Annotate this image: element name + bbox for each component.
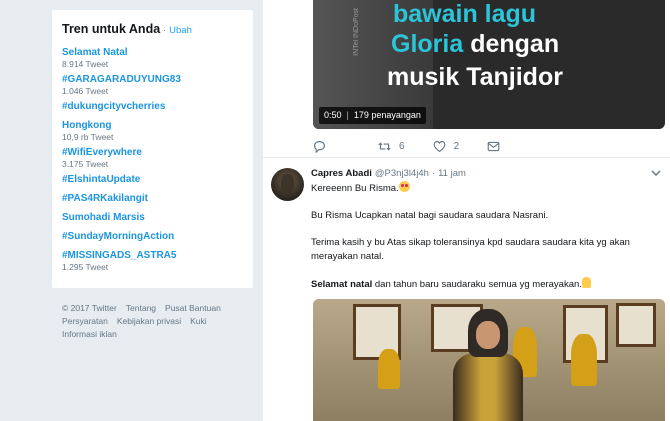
- praying-hands-emoji: [581, 277, 591, 288]
- trend-item[interactable]: #ElshintaUpdate: [62, 173, 243, 186]
- trends-header: Tren untuk Anda · Ubah: [62, 22, 243, 36]
- footer-link-about[interactable]: Tentang: [126, 303, 156, 313]
- trend-item[interactable]: #SundayMorningAction: [62, 230, 243, 243]
- tweet-line4-rest: dan tahun baru saudaraku semua yg meraya…: [372, 279, 582, 290]
- trend-name[interactable]: #WifiEverywhere: [62, 146, 243, 159]
- like-button[interactable]: 2: [433, 140, 460, 153]
- reply-button[interactable]: [313, 140, 334, 153]
- trends-card: Tren untuk Anda · Ubah Selamat Natal 8.9…: [52, 10, 253, 288]
- trends-title: Tren untuk Anda: [62, 22, 161, 36]
- trend-count: 1.295 Tweet: [62, 262, 109, 272]
- footer-copyright: © 2017 Twitter: [62, 303, 117, 313]
- photo-trophy: [378, 349, 400, 389]
- trend-item[interactable]: #dukungcityvcherries: [62, 100, 243, 113]
- video-duration: 0:50: [324, 110, 342, 120]
- retweet-count: 6: [399, 141, 405, 152]
- video-caption-line2: Gloria dengan: [391, 30, 559, 59]
- video-views: 179 penayangan: [353, 110, 421, 120]
- video-player[interactable]: INTel INDoPost bawain lagu Gloria dengan…: [313, 0, 665, 129]
- site-footer: © 2017 Twitter Tentang Pusat Bantuan Persy…: [62, 302, 252, 341]
- tweet-timestamp[interactable]: 11 jam: [438, 168, 466, 179]
- tweet-paragraph: Terima kasih y bu Atas sikap toleransiny…: [311, 237, 630, 262]
- trends-separator: ·: [163, 25, 167, 35]
- caret-down-icon[interactable]: [651, 168, 661, 178]
- trend-item[interactable]: #MISSINGADS_ASTRA5 1.295 Tweet: [62, 249, 243, 273]
- tweet-highlight: Selamat natal: [311, 279, 373, 290]
- photo-person-face: [476, 321, 500, 349]
- photo-person-body: [453, 353, 523, 421]
- tweet-author-name[interactable]: Capres Abadi: [311, 168, 372, 179]
- like-count: 2: [453, 141, 460, 152]
- like-icon: [433, 141, 445, 153]
- trends-change-link[interactable]: Ubah: [169, 25, 192, 36]
- trend-name[interactable]: #MISSINGADS_ASTRA5: [62, 249, 243, 262]
- avatar[interactable]: [271, 168, 304, 201]
- footer-link-help[interactable]: Pusat Bantuan: [165, 303, 221, 313]
- video-badge: 0:50 | 179 penayangan: [319, 107, 426, 124]
- trend-count: 10,9 rb Tweet: [62, 132, 114, 142]
- dm-button[interactable]: [487, 140, 508, 153]
- footer-link-cookies[interactable]: Kuki: [190, 316, 207, 326]
- dm-icon: [487, 141, 500, 152]
- heart-eyes-emoji: [398, 181, 410, 192]
- trend-name[interactable]: Sumohadi Marsis: [62, 211, 243, 224]
- footer-link-ads[interactable]: Informasi iklan: [62, 329, 117, 339]
- trend-item[interactable]: Sumohadi Marsis: [62, 211, 243, 224]
- tweet-photo[interactable]: [313, 299, 665, 421]
- trend-name[interactable]: #dukungcityvcherries: [62, 100, 243, 113]
- tweet-header-dot: ·: [431, 168, 436, 179]
- trend-name[interactable]: #PAS4RKakilangit: [62, 192, 243, 205]
- video-caption-highlight: Gloria: [391, 30, 464, 58]
- reply-icon: [314, 141, 325, 153]
- tweet-paragraph: Kereeenn Bu Risma.: [311, 181, 663, 196]
- trend-name[interactable]: #ElshintaUpdate: [62, 173, 243, 186]
- timeline: INTel INDoPost bawain lagu Gloria dengan…: [262, 0, 670, 421]
- video-caption-line3: musik Tanjidor: [387, 63, 563, 91]
- tweet-header: Capres Abadi @P3nj3l4j4h · 11 jam: [311, 168, 466, 179]
- trend-count: 8.914 Tweet: [62, 59, 109, 69]
- tweet-paragraph: Bu Risma Ucapkan natal bagi saudara saud…: [311, 210, 549, 221]
- photo-trophy: [571, 334, 597, 386]
- tweet-author-handle[interactable]: @P3nj3l4j4h: [375, 168, 429, 179]
- retweet-button[interactable]: 6: [378, 140, 405, 153]
- video-badge-separator: |: [346, 110, 349, 120]
- tweet-paragraph: Selamat natal dan tahun baru saudaraku s…: [311, 277, 663, 292]
- trend-name[interactable]: #SundayMorningAction: [62, 230, 243, 243]
- trend-count: 1.046 Tweet: [62, 86, 109, 96]
- tweet-actions: 6 2: [313, 140, 528, 153]
- trend-item[interactable]: Selamat Natal 8.914 Tweet: [62, 46, 243, 70]
- trend-count: 3.175 Tweet: [62, 159, 109, 169]
- tweet-text: Kereeenn Bu Risma. Bu Risma Ucapkan nata…: [311, 181, 663, 305]
- trend-item[interactable]: Hongkong 10,9 rb Tweet: [62, 119, 243, 143]
- video-caption-line1: bawain lagu: [393, 0, 537, 28]
- avatar-figure: [281, 174, 294, 194]
- trend-item[interactable]: #PAS4RKakilangit: [62, 192, 243, 205]
- footer-link-privacy[interactable]: Kebijakan privasi: [117, 316, 181, 326]
- trend-name[interactable]: Hongkong: [62, 119, 243, 132]
- trend-item[interactable]: #WifiEverywhere 3.175 Tweet: [62, 146, 243, 170]
- footer-link-terms[interactable]: Persyaratan: [62, 316, 108, 326]
- video-watermark: INTel INDoPost: [353, 8, 360, 56]
- retweet-icon: [378, 142, 391, 151]
- trend-item[interactable]: #GARAGARADUYUNG83 1.046 Tweet: [62, 73, 243, 97]
- photo-person: [453, 309, 523, 421]
- video-caption-rest: dengan: [463, 30, 560, 58]
- tweet[interactable]: Capres Abadi @P3nj3l4j4h · 11 jam Kereee…: [263, 158, 670, 421]
- photo-frame: [616, 303, 656, 347]
- tweet-line1: Kereeenn Bu Risma.: [311, 183, 399, 194]
- trend-name[interactable]: #GARAGARADUYUNG83: [62, 73, 243, 86]
- trend-name[interactable]: Selamat Natal: [62, 46, 243, 59]
